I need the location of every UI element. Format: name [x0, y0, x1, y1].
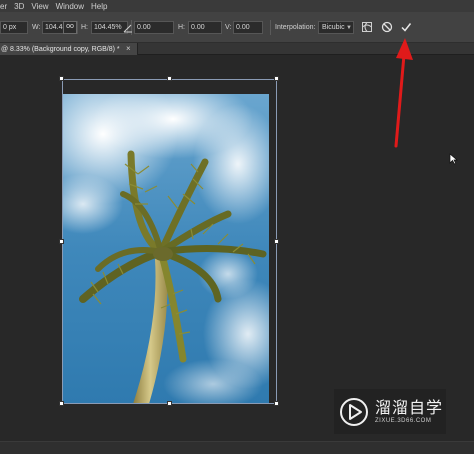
hskew-label: H: — [178, 24, 185, 31]
menu-view[interactable]: View — [31, 2, 48, 11]
document-tab-label: @ 8.33% (Background copy, RGB/8) * — [1, 45, 120, 53]
watermark: 溜溜自学 ZIXUE.3D66.COM — [334, 389, 446, 434]
angle-field[interactable]: 0.00 — [134, 21, 174, 34]
options-bar: 0 px W: 104.45% oo H: 104.45% 0.00 H: 0.… — [0, 12, 474, 43]
transform-handle-top-center[interactable] — [167, 76, 172, 81]
watermark-url: ZIXUE.3D66.COM — [375, 417, 432, 424]
interpolation-label: Interpolation: — [275, 24, 316, 31]
menu-window[interactable]: Window — [56, 2, 84, 11]
document-tab-bar: @ 8.33% (Background copy, RGB/8) * × — [0, 43, 474, 55]
transform-handle-middle-right[interactable] — [274, 239, 279, 244]
watermark-text: 溜溜自学 ZIXUE.3D66.COM — [375, 397, 444, 425]
transform-bounding-box[interactable] — [62, 79, 277, 404]
cancel-icon — [381, 21, 393, 33]
status-bar — [0, 441, 474, 454]
transform-handle-top-right[interactable] — [274, 76, 279, 81]
transform-handle-bottom-center[interactable] — [167, 401, 172, 406]
warp-icon — [362, 22, 372, 32]
transform-handle-bottom-left[interactable] — [59, 401, 64, 406]
close-icon[interactable]: × — [126, 44, 131, 53]
height-label: H: — [81, 24, 88, 31]
chevron-down-icon: ▼ — [346, 25, 352, 31]
commit-transform-button[interactable] — [399, 20, 413, 34]
menu-bar: er 3D View Window Help — [0, 0, 474, 12]
cancel-transform-button[interactable] — [380, 20, 394, 34]
vskew-label: V: — [225, 24, 232, 31]
rotate-angle-icon — [122, 22, 134, 34]
x-position-field[interactable]: 0 px — [0, 21, 28, 34]
width-label: W: — [32, 24, 41, 31]
menu-help[interactable]: Help — [91, 2, 107, 11]
warp-mode-button[interactable] — [360, 20, 374, 34]
transform-handle-bottom-right[interactable] — [274, 401, 279, 406]
vertical-skew-field[interactable]: 0.00 — [233, 21, 263, 34]
menu-3d[interactable]: 3D — [14, 2, 24, 11]
transform-handle-middle-left[interactable] — [59, 239, 64, 244]
checkmark-icon — [401, 23, 412, 32]
document-tab[interactable]: @ 8.33% (Background copy, RGB/8) * × — [0, 43, 138, 55]
watermark-title: 溜溜自学 — [375, 397, 444, 417]
canvas-area[interactable]: 溜溜自学 ZIXUE.3D66.COM — [0, 55, 474, 441]
link-proportions-button[interactable]: oo — [63, 21, 77, 34]
mouse-pointer-icon — [449, 153, 458, 167]
play-logo-icon — [340, 397, 368, 426]
horizontal-skew-field[interactable]: 0.00 — [188, 21, 222, 34]
transform-handle-top-left[interactable] — [59, 76, 64, 81]
separator — [270, 20, 271, 35]
menu-type[interactable]: er — [0, 2, 7, 11]
